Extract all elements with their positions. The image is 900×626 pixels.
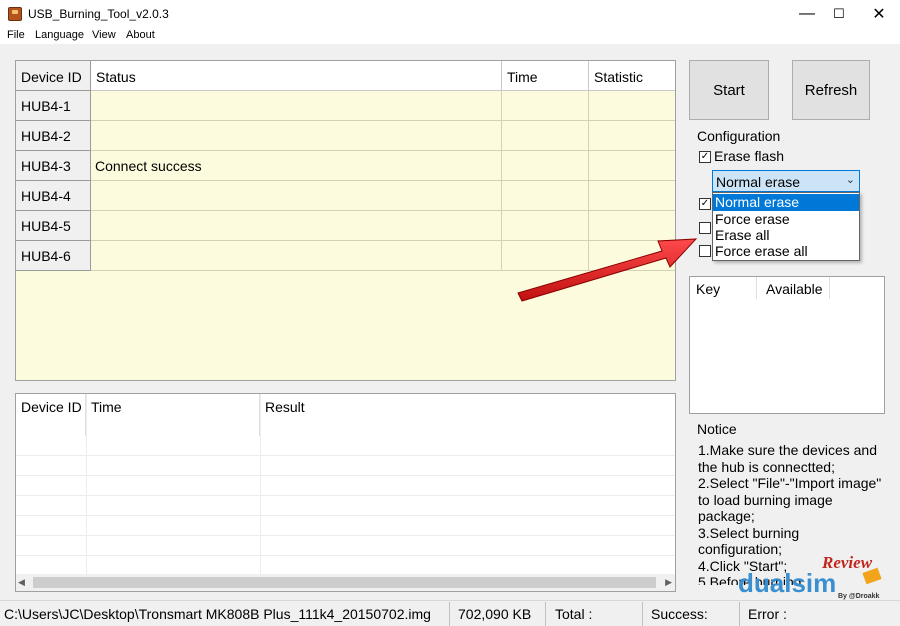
logo-by: By @Droakk bbox=[838, 593, 880, 600]
scroll-right-icon[interactable]: ▶ bbox=[665, 577, 672, 588]
window-title: USB_Burning_Tool_v2.0.3 bbox=[28, 7, 169, 21]
header-device-id[interactable]: Device ID bbox=[16, 394, 86, 436]
cell-status bbox=[91, 121, 502, 151]
option-force-erase[interactable]: Force erase bbox=[713, 211, 859, 228]
close-icon: ✕ bbox=[872, 6, 886, 23]
table-row bbox=[16, 516, 675, 536]
status-bar: C:\Users\JC\Desktop\Tronsmart MK808B Plu… bbox=[0, 600, 900, 626]
notice-label: Notice bbox=[697, 421, 737, 437]
cell-statistic bbox=[589, 181, 675, 211]
cell-status bbox=[91, 91, 502, 121]
start-button[interactable]: Start bbox=[689, 60, 769, 120]
app-icon bbox=[8, 7, 22, 21]
header-result[interactable]: Result bbox=[260, 394, 675, 436]
cell-time bbox=[502, 181, 589, 211]
status-size: 702,090 KB bbox=[450, 602, 546, 626]
minimize-icon: — bbox=[799, 5, 815, 22]
status-total: Total : bbox=[546, 602, 643, 626]
cell-time bbox=[502, 91, 589, 121]
row-header-hub4-2[interactable]: HUB4-2 bbox=[16, 121, 91, 151]
device-grid[interactable]: Device ID Status Time Statistic HUB4-1 H… bbox=[15, 60, 676, 381]
close-button[interactable]: ✕ bbox=[856, 0, 900, 28]
header-available[interactable]: Available bbox=[766, 281, 823, 297]
erase-mode-select[interactable]: Normal erase ⌄ bbox=[712, 170, 860, 192]
table-row bbox=[16, 456, 675, 476]
annotation-arrow-icon bbox=[517, 238, 698, 302]
header-time[interactable]: Time bbox=[86, 394, 260, 436]
logo-tag: Review bbox=[821, 553, 873, 572]
scroll-thumb[interactable] bbox=[33, 577, 656, 588]
cell-time bbox=[502, 121, 589, 151]
option-erase-all[interactable]: Erase all bbox=[713, 227, 859, 244]
option-force-erase-all[interactable]: Force erase all bbox=[713, 243, 859, 260]
menu-about[interactable]: About bbox=[126, 29, 155, 41]
key-list[interactable]: Key Available bbox=[689, 276, 885, 414]
erase-flash-label[interactable]: Erase flash bbox=[714, 148, 784, 164]
option-normal-erase[interactable]: Normal erase bbox=[713, 194, 859, 211]
menu-view[interactable]: View bbox=[92, 29, 116, 41]
cell-status bbox=[91, 181, 502, 211]
row-header-hub4-6[interactable]: HUB4-6 bbox=[16, 241, 91, 271]
cell-status bbox=[91, 241, 502, 271]
row-header-hub4-1[interactable]: HUB4-1 bbox=[16, 91, 91, 121]
header-time[interactable]: Time bbox=[502, 61, 589, 91]
horizontal-scrollbar[interactable]: ◀ ▶ bbox=[16, 574, 675, 591]
config-checkbox[interactable]: ✓ bbox=[699, 198, 711, 210]
dualsim-review-logo: dualsim Review By @Droakk bbox=[738, 553, 882, 600]
table-row bbox=[16, 436, 675, 456]
row-header-hub4-4[interactable]: HUB4-4 bbox=[16, 181, 91, 211]
erase-mode-dropdown[interactable]: Normal erase Force erase Erase all Force… bbox=[712, 192, 860, 261]
status-success: Success: bbox=[643, 602, 740, 626]
cell-status: Connect success bbox=[91, 151, 502, 181]
cell-statistic bbox=[589, 121, 675, 151]
table-row bbox=[16, 536, 675, 556]
cell-time bbox=[502, 151, 589, 181]
erase-flash-checkbox[interactable]: ✓ bbox=[699, 151, 711, 163]
chevron-down-icon: ⌄ bbox=[845, 174, 855, 186]
table-row bbox=[16, 476, 675, 496]
column-divider bbox=[756, 277, 757, 299]
header-status[interactable]: Status bbox=[91, 61, 502, 91]
table-row bbox=[16, 496, 675, 516]
column-divider bbox=[829, 277, 830, 299]
status-error: Error : bbox=[748, 606, 787, 622]
header-statistic[interactable]: Statistic bbox=[589, 61, 675, 91]
cell-statistic bbox=[589, 151, 675, 181]
result-grid[interactable]: Device ID Time Result ◀ ▶ bbox=[15, 393, 676, 592]
cell-statistic bbox=[589, 91, 675, 121]
scroll-left-icon[interactable]: ◀ bbox=[18, 577, 25, 588]
maximize-icon: ☐ bbox=[833, 6, 845, 21]
table-row bbox=[16, 556, 675, 576]
row-header-hub4-5[interactable]: HUB4-5 bbox=[16, 211, 91, 241]
menu-file[interactable]: File bbox=[7, 29, 25, 41]
header-device-id[interactable]: Device ID bbox=[16, 61, 91, 91]
menu-language[interactable]: Language bbox=[35, 29, 84, 41]
refresh-button[interactable]: Refresh bbox=[792, 60, 870, 120]
logo-brand: dualsim bbox=[738, 568, 836, 598]
configuration-label: Configuration bbox=[697, 128, 781, 144]
status-image-path: C:\Users\JC\Desktop\Tronsmart MK808B Plu… bbox=[0, 602, 450, 626]
cell-status bbox=[91, 211, 502, 241]
row-header-hub4-3[interactable]: HUB4-3 bbox=[16, 151, 91, 181]
erase-mode-value: Normal erase bbox=[716, 174, 801, 190]
